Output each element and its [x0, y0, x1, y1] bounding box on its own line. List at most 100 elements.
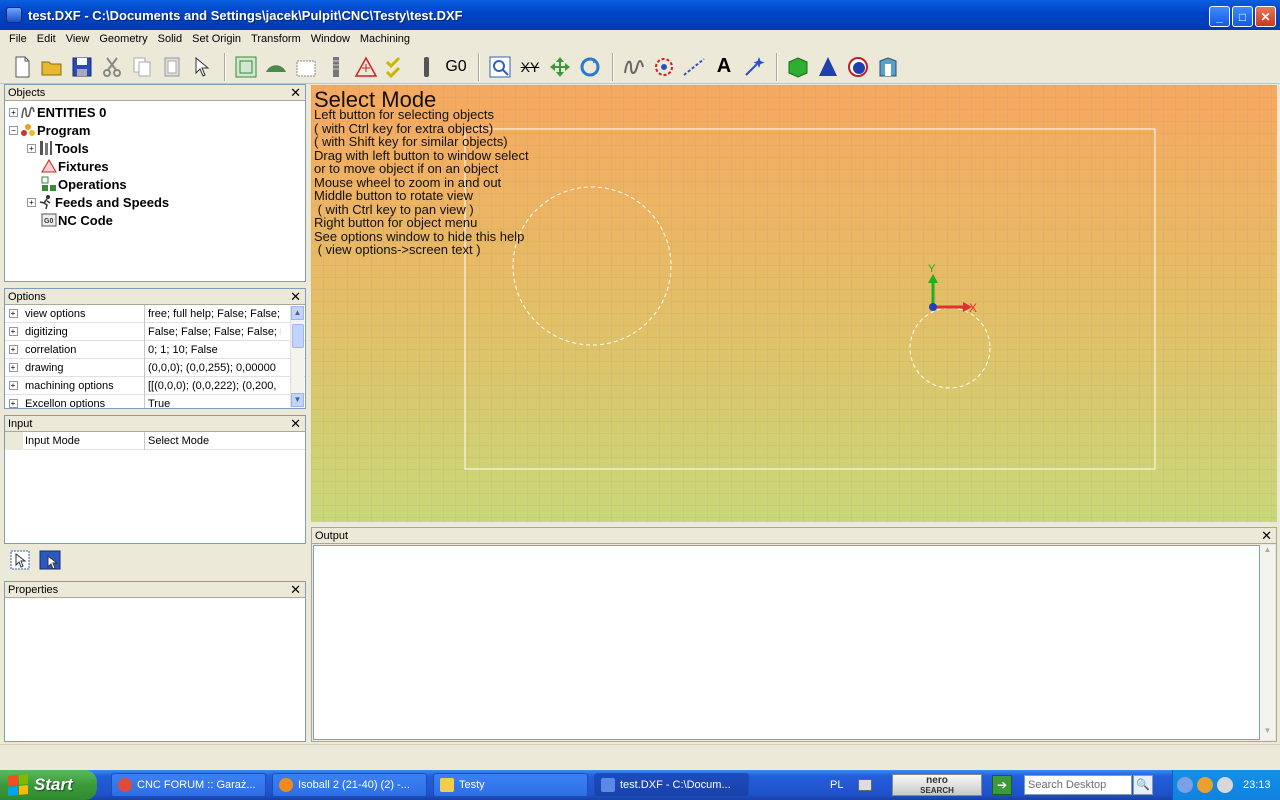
tree-item-fixtures[interactable]: Fixtures	[9, 157, 305, 175]
option-row-drawing[interactable]: + drawing (0,0,0); (0,0,255); 0,00000	[5, 358, 305, 377]
tree-item-tools[interactable]: + Tools	[9, 139, 305, 157]
option-value[interactable]: (0,0,0); (0,0,255); 0,00000	[145, 359, 281, 377]
properties-panel-close-button[interactable]: ✕	[290, 582, 301, 597]
menu-edit[interactable]: Edit	[32, 30, 61, 48]
check-button[interactable]	[382, 53, 410, 81]
tree-item-operations[interactable]: Operations	[9, 175, 305, 193]
menu-window[interactable]: Window	[306, 30, 355, 48]
option-row-correlation[interactable]: + correlation 0; 1; 10; False	[5, 340, 305, 359]
keyboard-icon[interactable]	[858, 779, 872, 791]
option-value[interactable]: True	[145, 395, 281, 409]
menu-machining[interactable]: Machining	[355, 30, 415, 48]
tree-expander[interactable]: −	[9, 125, 18, 135]
maximize-button[interactable]: □	[1232, 6, 1253, 27]
scroll-down-icon[interactable]: ▼	[1260, 726, 1275, 740]
zoom-button[interactable]	[486, 53, 514, 81]
window-select-button[interactable]	[38, 548, 62, 572]
line-button[interactable]	[680, 53, 708, 81]
copy-button[interactable]	[128, 53, 156, 81]
taskbar-item-testy[interactable]: Testy	[433, 773, 588, 797]
tray-app-icon[interactable]	[1197, 777, 1213, 793]
search-icon[interactable]: 🔍	[1133, 775, 1153, 795]
menu-view[interactable]: View	[61, 30, 95, 48]
options-scrollbar[interactable]: ▲ ▼	[290, 306, 304, 407]
objects-panel-close-button[interactable]: ✕	[290, 85, 301, 100]
graphics-viewport[interactable]: X Y Select Mode Left button for selectin…	[311, 85, 1277, 522]
tree-expander[interactable]: +	[27, 143, 36, 153]
search-desktop-input[interactable]: Search Desktop	[1024, 775, 1132, 795]
paste-button[interactable]	[158, 53, 186, 81]
option-row-excellon-options[interactable]: + Excellon options True	[5, 394, 305, 409]
language-indicator[interactable]: PL	[830, 779, 858, 791]
options-panel-close-button[interactable]: ✕	[290, 289, 301, 304]
view-xy-button[interactable]: XY	[516, 53, 544, 81]
input-panel-close-button[interactable]: ✕	[290, 416, 301, 431]
endmill-button[interactable]	[412, 53, 440, 81]
taskbar-item-isoball[interactable]: Isoball 2 (21-40) (2) -...	[272, 773, 427, 797]
tree-item-nc-code[interactable]: G0 NC Code	[9, 211, 305, 229]
g0-button[interactable]: G0	[442, 53, 470, 81]
output-panel-close-button[interactable]: ✕	[1261, 528, 1272, 543]
tree-item-program[interactable]: − Program	[9, 121, 305, 139]
select-button[interactable]	[188, 53, 216, 81]
extrude-button[interactable]	[874, 53, 902, 81]
tool-button[interactable]	[322, 53, 350, 81]
rectangle-tool-button[interactable]	[232, 53, 260, 81]
menu-transform[interactable]: Transform	[246, 30, 306, 48]
nero-search-logo[interactable]: nero SEARCH	[892, 774, 982, 796]
save-button[interactable]	[68, 53, 96, 81]
text-button[interactable]: A	[710, 53, 738, 81]
rotate-view-button[interactable]	[576, 53, 604, 81]
cube-button[interactable]	[784, 53, 812, 81]
menu-geometry[interactable]: Geometry	[94, 30, 152, 48]
scroll-up-icon[interactable]: ▲	[291, 306, 304, 320]
speaker-icon[interactable]	[1217, 777, 1233, 793]
go-arrow-icon[interactable]: ➔	[992, 775, 1012, 795]
option-value[interactable]: [[(0,0,0); (0,0,222); (0,200,	[145, 377, 281, 395]
scroll-down-icon[interactable]: ▼	[291, 393, 304, 407]
option-expander[interactable]: +	[8, 345, 18, 354]
input-mode-value[interactable]: Select Mode	[145, 432, 281, 450]
surface-tool-button[interactable]	[262, 53, 290, 81]
option-expander[interactable]: +	[8, 381, 18, 390]
tree-item-feeds-and-speeds[interactable]: + Feeds and Speeds	[9, 193, 305, 211]
output-text-area[interactable]	[313, 545, 1260, 740]
menu-solid[interactable]: Solid	[153, 30, 187, 48]
option-expander[interactable]: +	[8, 309, 18, 318]
option-row-view-options[interactable]: + view options free; full help; False; Fal…	[5, 304, 305, 323]
stock-tool-button[interactable]	[292, 53, 320, 81]
fixture-button[interactable]	[352, 53, 380, 81]
tree-item-entities[interactable]: + ENTITIES 0	[9, 103, 305, 121]
minimize-button[interactable]: _	[1209, 6, 1230, 27]
chevron-left-icon[interactable]	[1177, 777, 1193, 793]
option-expander[interactable]: +	[8, 327, 18, 336]
open-file-button[interactable]	[38, 53, 66, 81]
input-mode-row[interactable]: Input Mode Select Mode	[5, 431, 305, 450]
title-bar[interactable]: test.DXF - C:\Documents and Settings\jac…	[0, 0, 1280, 30]
option-row-digitizing[interactable]: + digitizing False; False; False; False; F	[5, 322, 305, 341]
option-value[interactable]: False; False; False; False; F	[145, 323, 281, 341]
menu-file[interactable]: File	[4, 30, 32, 48]
option-row-machining-options[interactable]: + machining options [[(0,0,0); (0,0,222); …	[5, 376, 305, 395]
start-button[interactable]: Start	[0, 770, 97, 800]
menu-set-origin[interactable]: Set Origin	[187, 30, 246, 48]
new-file-button[interactable]	[8, 53, 36, 81]
taskbar-item-cnc-forum[interactable]: CNC FORUM :: Garaż...	[111, 773, 266, 797]
taskbar-item-test-dxf[interactable]: test.DXF - C:\Docum...	[594, 773, 749, 797]
tree-expander[interactable]: +	[27, 197, 36, 207]
option-value[interactable]: free; full help; False; False;	[145, 305, 281, 323]
cut-button[interactable]	[98, 53, 126, 81]
scroll-thumb[interactable]	[292, 324, 304, 348]
option-expander[interactable]: +	[8, 399, 18, 408]
scroll-up-icon[interactable]: ▲	[1260, 545, 1275, 559]
tree-expander[interactable]: +	[9, 107, 18, 117]
option-expander[interactable]: +	[8, 363, 18, 372]
option-value[interactable]: 0; 1; 10; False	[145, 341, 281, 359]
clock[interactable]: 23:13	[1243, 779, 1271, 791]
output-scrollbar[interactable]: ▲ ▼	[1260, 545, 1275, 740]
circle-button[interactable]	[650, 53, 678, 81]
magic-button[interactable]	[740, 53, 768, 81]
spline-button[interactable]	[620, 53, 648, 81]
select-mode-button[interactable]	[8, 548, 32, 572]
pan-button[interactable]	[546, 53, 574, 81]
